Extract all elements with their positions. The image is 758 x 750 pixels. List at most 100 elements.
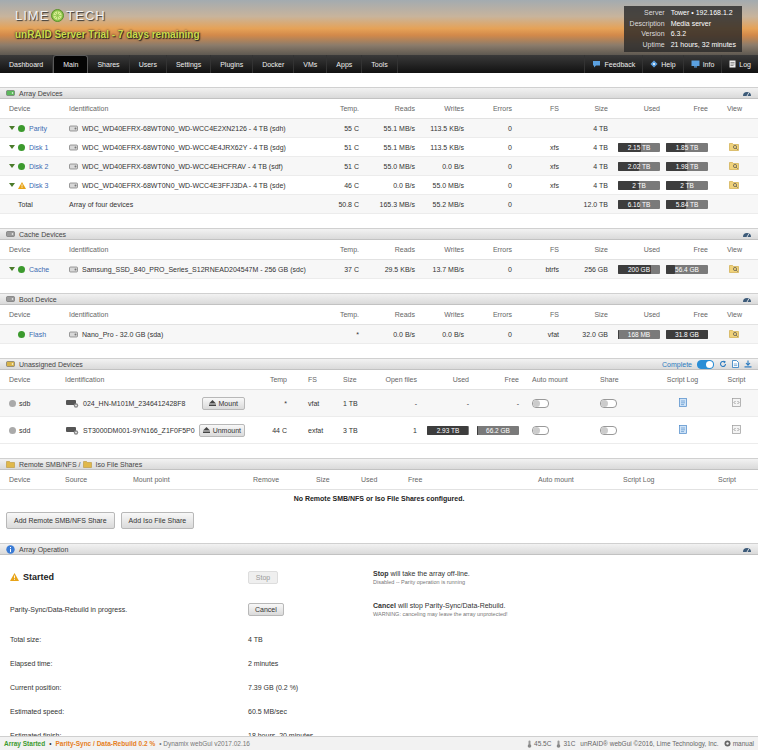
fs: vfat [548,331,559,338]
usb-drive-icon [65,399,79,408]
dashboard-icon[interactable] [742,545,752,553]
mount-button[interactable]: Unmount [199,424,245,437]
device-row: Disk 1WDC_WD40EFRX-68WT0N0_WD-WCC4E4JRX6… [0,138,758,157]
info-label: Version [630,29,665,40]
usage-fill [618,330,619,339]
thermometer-icon [527,740,532,748]
device-name[interactable]: Cache [29,266,49,273]
mount-button[interactable]: Mount [202,397,245,410]
nav-link[interactable]: Info [683,55,722,73]
section-title: Unassigned Devices [19,361,83,368]
usage-text: 66.2 GB [477,426,519,435]
device-name[interactable]: Disk 1 [29,144,48,151]
browse-icon[interactable] [729,161,740,170]
column-header: Used [420,376,472,383]
nav-tab[interactable]: Apps [327,55,362,73]
nav-tab[interactable]: Dashboard [0,55,53,73]
device-name[interactable]: Parity [29,125,47,132]
nav-tab[interactable]: Shares [88,55,129,73]
stat-label: Estimated speed: [10,708,248,715]
dashboard-icon[interactable] [742,295,752,303]
expand-toggle[interactable] [9,126,15,131]
nav-tab[interactable]: Tools [362,55,397,73]
temp: 46 C [344,182,359,189]
script-log-icon[interactable] [679,398,687,407]
script-log-icon[interactable] [679,425,687,434]
usage-bar: 5.84 TB [666,200,708,209]
auto-mount-toggle[interactable] [532,399,549,408]
nav-link[interactable]: Log [721,55,758,73]
temp: * [356,331,359,338]
column-header: FS [515,246,562,253]
cancel-button[interactable]: Cancel [248,603,284,616]
column-header: Reads [362,246,418,253]
dashboard-icon[interactable] [742,230,752,238]
column-header: FS [515,105,562,112]
script-icon[interactable] [732,425,741,434]
caret-icon[interactable] [9,164,15,169]
open-files-cell: - [365,400,420,407]
nav-link-label: Log [739,61,751,68]
writes: 0.0 B/s [442,331,464,338]
reads: 55.1 MB/s [383,125,415,132]
column-header: Size [562,105,611,112]
refresh-icon[interactable] [719,360,727,368]
device-name[interactable]: Disk 2 [29,163,48,170]
browse-icon[interactable] [729,329,740,338]
section-header: Remote SMB/NFS /Iso File Shares [0,458,758,470]
browse-icon[interactable] [729,142,740,151]
nav-tab[interactable]: VMs [294,55,327,73]
identification: Nano_Pro - 32.0 GB (sda) [82,331,163,338]
browse-icon[interactable] [729,264,740,273]
device-name[interactable]: Disk 3 [29,182,48,189]
expand-toggle[interactable] [9,145,15,150]
identification: WDC_WD40EFRX-68WT0N0_WD-WCC4E3FFJ3DA - 4… [82,182,286,189]
nav-link[interactable]: Feedback [584,55,642,73]
caret-icon[interactable] [9,183,15,188]
size: 4 TB [593,144,608,151]
identification: 024_HN-M101M_2346412428F8 [83,400,185,407]
expand-toggle[interactable] [9,183,15,188]
nav-tab[interactable]: Main [53,55,88,73]
stat-row: Total size:4 TB [10,627,748,651]
nav-tab[interactable]: Users [130,55,167,73]
size-cell: 3 TB [335,427,365,434]
auto-mount-toggle[interactable] [532,426,549,435]
device-row: CacheSamsung_SSD_840_PRO_Series_S12RNEAD… [0,260,758,279]
size-cell: 4 TB [562,125,611,132]
column-header: Remove [250,476,313,483]
download-icon[interactable] [744,360,752,368]
usage-text: 1.85 TB [666,143,708,152]
device-row: Disk 3 WDC_WD40EFRX-68WT0N0_WD-WCC4E3FFJ3… [0,176,758,195]
expand-toggle[interactable] [9,267,15,272]
nav-link[interactable]: Help [642,55,682,73]
logo[interactable]: LIMETECH [15,8,200,23]
caret-icon[interactable] [9,145,15,150]
mode[interactable]: manual [724,740,754,747]
device-name[interactable]: Flash [29,331,46,338]
share-toggle[interactable] [600,426,617,435]
caret-icon[interactable] [9,267,15,272]
script-icon[interactable] [732,398,741,407]
used-cell: - [420,400,472,407]
reads-cell: 0.0 B/s [362,331,418,338]
nav-tab[interactable]: Docker [253,55,294,73]
nav-tab[interactable]: Plugins [211,55,253,73]
column-header-row: DeviceIdentificationTemp.ReadsWritesErro… [0,99,758,119]
writes-cell: 55.0 MB/s [418,182,467,189]
expand-toggle[interactable] [9,164,15,169]
reads-cell: 29.5 KB/s [362,266,418,273]
free-cell: - [472,400,522,407]
complete-toggle[interactable] [697,360,714,369]
browse-icon[interactable] [729,180,740,189]
add-share-button[interactable]: Add Remote SMB/NFS Share [6,512,115,529]
column-header: Errors [467,105,515,112]
fs: vfat [308,400,319,407]
log-icon[interactable] [732,360,739,368]
dashboard-icon[interactable] [742,89,752,97]
share-toggle[interactable] [600,399,617,408]
caret-icon[interactable] [9,126,15,131]
add-share-button[interactable]: Add Iso File Share [121,512,195,529]
reads-cell: 55.1 MB/s [362,144,418,151]
nav-tab[interactable]: Settings [167,55,211,73]
